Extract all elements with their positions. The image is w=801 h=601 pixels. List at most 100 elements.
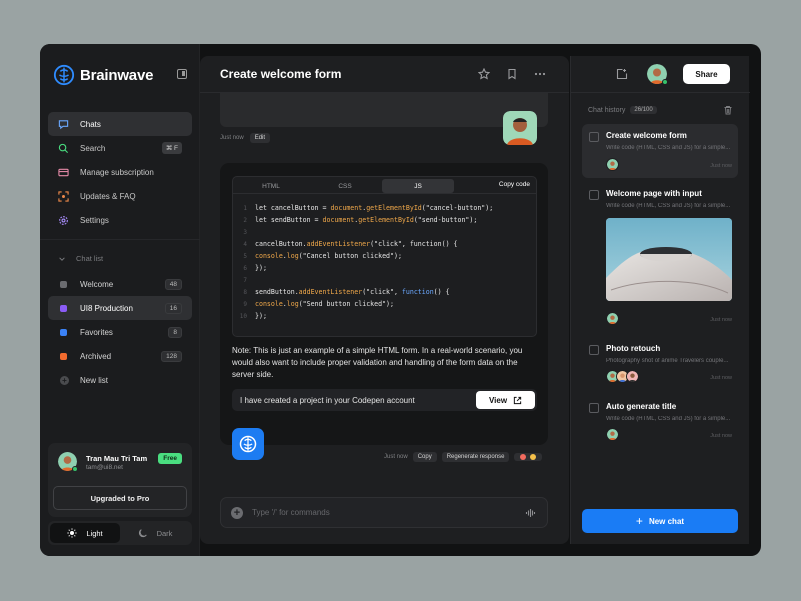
main-nav: Chats Search ⌘ F Manage subscription Upd… (48, 112, 192, 232)
star-icon[interactable] (478, 68, 490, 80)
theme-light-option[interactable]: Light (50, 523, 120, 543)
history-checkbox[interactable] (589, 132, 599, 142)
message-time: Just now (220, 135, 244, 141)
assistant-answer: HTML CSS JS Copy code 1 let cancelButton … (220, 163, 548, 460)
new-window-icon[interactable] (616, 68, 628, 80)
line-number: 8 (243, 288, 247, 296)
nav-item-chats[interactable]: Chats (48, 112, 192, 136)
folder-color-swatch (60, 352, 67, 360)
theme-dark-label: Dark (156, 528, 173, 538)
theme-dark-option[interactable]: Dark (120, 523, 190, 543)
nav-item-search[interactable]: Search ⌘ F (48, 136, 192, 160)
assistant-avatar (232, 428, 264, 460)
history-checkbox[interactable] (589, 403, 599, 413)
history-thumbnail[interactable] (606, 218, 732, 301)
chat-header: Create welcome form (200, 56, 569, 93)
reactions[interactable] (514, 453, 543, 461)
plus-circle-icon: + (60, 375, 69, 385)
folder-color-swatch (60, 328, 67, 336)
code-text: cancelButton.addEventListener("click", f… (255, 240, 458, 248)
trash-icon[interactable] (723, 105, 733, 115)
view-button[interactable]: View (476, 391, 535, 409)
folder-count: 128 (161, 351, 182, 362)
moon-icon (138, 529, 147, 538)
emoji-smile-icon[interactable] (530, 454, 537, 460)
avatar (606, 428, 619, 441)
chat-list-heading: Chat list (76, 254, 104, 263)
folder-count: 8 (168, 327, 182, 338)
bookmark-icon[interactable] (506, 68, 518, 80)
online-status-dot (72, 466, 78, 472)
history-title: Chat history (588, 106, 626, 114)
history-checkbox[interactable] (589, 190, 599, 200)
history-item[interactable]: Create welcome form Write code (HTML, CS… (582, 124, 738, 178)
code-text: }); (255, 264, 267, 272)
history-checkbox[interactable] (589, 345, 599, 355)
more-icon[interactable] (534, 68, 546, 80)
online-status-dot (662, 79, 668, 85)
response-time: Just now (384, 454, 408, 460)
sidebar-divider (40, 239, 200, 240)
code-tabs: HTML CSS JS Copy code (233, 177, 536, 194)
code-text: sendButton.addEventListener("click", fun… (255, 288, 450, 296)
history-header: Share (571, 56, 750, 93)
code-line: 9 console.log("Send button clicked"); (233, 298, 536, 310)
external-link-icon (513, 396, 522, 404)
history-item-desc: Write code (HTML, CSS and JS) for a simp… (606, 416, 731, 422)
avatar (606, 158, 619, 171)
tab-js[interactable]: JS (382, 179, 454, 193)
history-item[interactable]: Photo retouch Photography shot of anime … (582, 337, 738, 389)
brand[interactable]: Brainwave (53, 64, 153, 86)
copy-button[interactable]: Copy (412, 452, 437, 462)
previous-user-message (220, 93, 548, 127)
code-line: 4 cancelButton.addEventListener("click", … (233, 238, 536, 250)
line-number: 10 (239, 312, 247, 320)
copy-code-button[interactable]: Copy code (499, 181, 530, 188)
sidebar-collapse-icon[interactable] (177, 69, 187, 79)
regenerate-button[interactable]: Regenerate response (441, 452, 510, 462)
voice-icon[interactable] (525, 507, 537, 519)
folder-favorites[interactable]: Favorites 8 (48, 320, 192, 344)
line-number: 3 (243, 228, 247, 236)
plan-badge: Free (158, 453, 182, 464)
history-heading: Chat history 26/100 (588, 106, 657, 114)
folder-ui8-production[interactable]: UI8 Production 16 (48, 296, 192, 320)
chat-main: Create welcome form Just now Edit HTML C… (200, 56, 569, 544)
upgrade-button[interactable]: Upgraded to Pro (53, 486, 187, 510)
sidebar: Brainwave Chats Search ⌘ F Manage subscr… (40, 44, 200, 556)
history-item[interactable]: Welcome page with input Write code (HTML… (582, 182, 738, 332)
folder-label: Favorites (80, 327, 113, 337)
tab-html[interactable]: HTML (235, 179, 307, 193)
folder-label: Archived (80, 351, 112, 361)
history-panel: Share Chat history 26/100 Create welcome… (570, 56, 750, 544)
new-chat-button[interactable]: + New chat (582, 509, 738, 533)
history-item[interactable]: Auto generate title Write code (HTML, CS… (582, 395, 738, 447)
folder-welcome[interactable]: Welcome 48 (48, 272, 192, 296)
nav-item-label: Updates & FAQ (80, 191, 136, 201)
message-composer[interactable]: + Type '/' for commands (220, 497, 548, 528)
nav-item-settings[interactable]: Settings (48, 208, 192, 232)
theme-toggle: Light Dark (48, 521, 192, 545)
tab-css[interactable]: CSS (309, 179, 381, 193)
gear-icon (58, 215, 69, 226)
new-list-button[interactable]: + New list (48, 368, 192, 392)
nav-item-updates-faq[interactable]: Updates & FAQ (48, 184, 192, 208)
folder-color-swatch (60, 280, 67, 288)
share-button[interactable]: Share (683, 64, 730, 84)
code-text: console.log("Send button clicked"); (255, 300, 394, 308)
nav-item-manage-subscription[interactable]: Manage subscription (48, 160, 192, 184)
nav-item-label: Settings (80, 215, 109, 225)
folder-archived[interactable]: Archived 128 (48, 344, 192, 368)
folder-label: Welcome (80, 279, 114, 289)
code-line: 1 let cancelButton = document.getElementB… (233, 202, 536, 214)
emoji-angry-icon[interactable] (520, 454, 527, 460)
history-item-time: Just now (710, 317, 732, 323)
line-number: 5 (243, 252, 247, 260)
folder-color-swatch (60, 304, 67, 312)
chat-list-toggle[interactable]: Chat list (58, 254, 103, 263)
code-block: HTML CSS JS Copy code 1 let cancelButton … (232, 176, 537, 337)
avatar (626, 370, 639, 383)
edit-button[interactable]: Edit (249, 133, 271, 143)
add-attachment-icon[interactable]: + (231, 507, 243, 519)
history-item-time: Just now (710, 375, 732, 381)
